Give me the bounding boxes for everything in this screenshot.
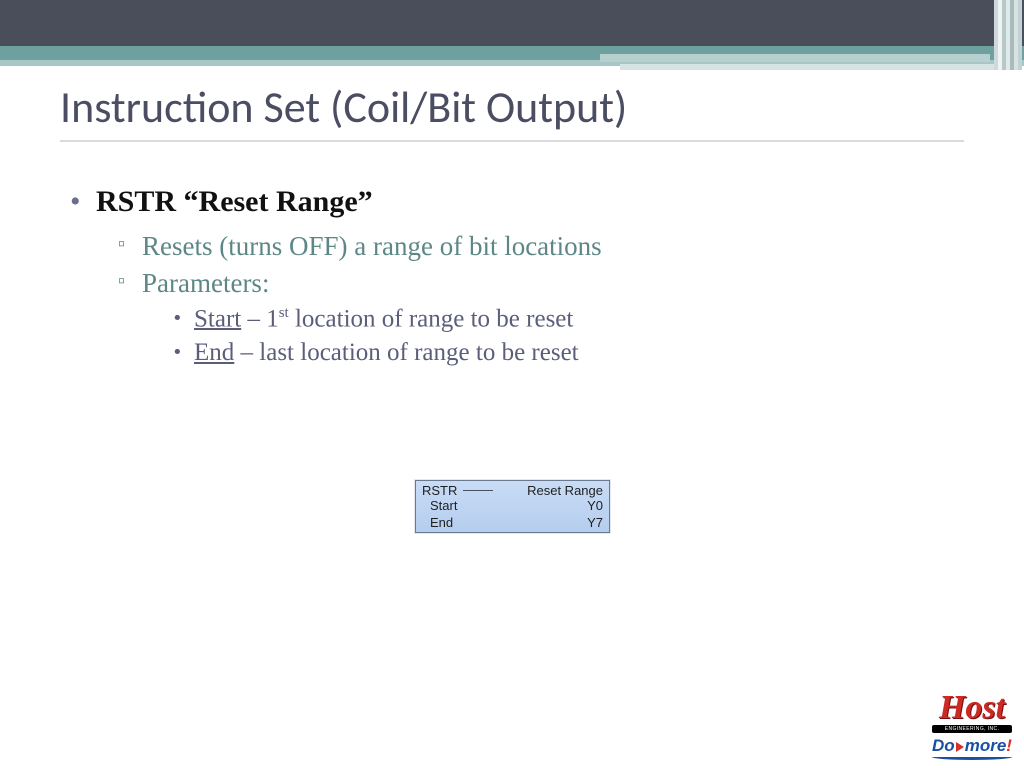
instruction-row-label: Start: [430, 498, 457, 513]
param-end-rest: – last location of range to be reset: [234, 339, 578, 366]
logo-more: more: [965, 736, 1007, 755]
logo-exclaim: !: [1006, 736, 1012, 755]
bullet-sub-desc: Resets (turns OFF) a range of bit locati…: [118, 231, 964, 262]
edge-stripe: [1018, 0, 1022, 70]
logo-host-text: Host: [939, 689, 1005, 726]
footer-logo: Host ENGINEERING, INC. Domore!: [932, 696, 1012, 760]
bullet-sub-params: Parameters:: [118, 268, 964, 299]
logo-domore: Domore!: [932, 736, 1012, 755]
logo-do: Do: [932, 736, 955, 755]
instruction-row: Start Y0: [416, 498, 609, 515]
header-bar-dark: [0, 0, 1024, 46]
instruction-row-label: End: [430, 515, 453, 530]
play-icon: [956, 742, 964, 752]
content-area: RSTR “Reset Range” Resets (turns OFF) a …: [70, 185, 964, 373]
param-start-sep: – 1: [241, 305, 279, 332]
bullet-main: RSTR “Reset Range”: [70, 185, 964, 219]
instruction-mnemonic: RSTR: [422, 483, 457, 498]
instruction-row: End Y7: [416, 515, 609, 532]
header-accent-a: [600, 54, 990, 62]
title-underline: [60, 140, 964, 142]
param-start-sup: st: [279, 305, 289, 321]
instruction-row-value: Y7: [587, 515, 603, 530]
logo-band-text: ENGINEERING, INC.: [932, 725, 1012, 733]
instruction-row-value: Y0: [587, 498, 603, 513]
param-end: End – last location of range to be reset: [172, 339, 964, 367]
slide-title: Instruction Set (Coil/Bit Output): [60, 80, 627, 134]
param-start-rest: location of range to be reset: [289, 305, 574, 332]
instruction-divider: [463, 490, 493, 491]
instruction-box-header: RSTR Reset Range: [416, 481, 609, 498]
param-start-label: Start: [194, 305, 241, 332]
param-start: Start – 1st location of range to be rese…: [172, 305, 964, 333]
instruction-name: Reset Range: [527, 483, 603, 498]
slide: Instruction Set (Coil/Bit Output) RSTR “…: [0, 0, 1024, 768]
param-end-label: End: [194, 339, 234, 366]
instruction-box: RSTR Reset Range Start Y0 End Y7: [415, 480, 610, 533]
header-accent-b: [620, 64, 1000, 70]
